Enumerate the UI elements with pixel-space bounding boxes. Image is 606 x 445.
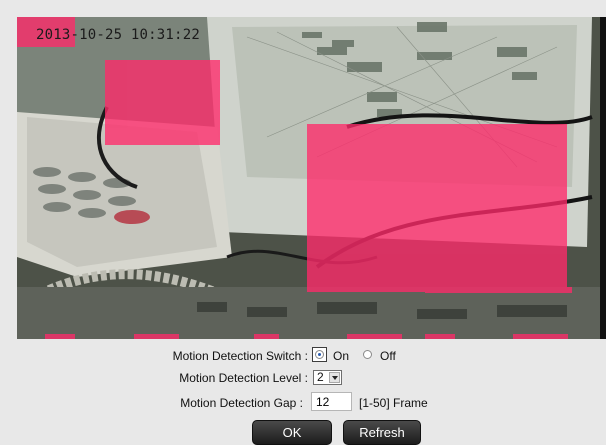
chevron-down-icon[interactable] (329, 372, 340, 383)
motion-level-row: Motion Detection Level : 2 (0, 369, 606, 387)
top-strip (0, 0, 606, 17)
motion-level-select[interactable]: 2 (313, 370, 342, 385)
motion-gap-input[interactable] (311, 392, 352, 411)
camera-preview[interactable]: 2013-10-25 10:31:22 (17, 17, 600, 339)
camera-timestamp: 2013-10-25 10:31:22 (36, 27, 200, 43)
motion-switch-row: Motion Detection Switch : On Off (0, 347, 606, 365)
viewer-edge (600, 17, 606, 339)
camera-scene-image (17, 17, 600, 339)
ok-button[interactable]: OK (252, 420, 332, 445)
motion-gap-hint: [1-50] Frame (359, 396, 428, 410)
motion-switch-on-label[interactable]: On (333, 349, 349, 363)
motion-gap-row: Motion Detection Gap : [1-50] Frame (0, 392, 606, 414)
refresh-button[interactable]: Refresh (343, 420, 421, 445)
motion-switch-off-radio[interactable] (363, 350, 372, 359)
motion-settings-form: Motion Detection Switch : On Off Motion … (0, 339, 606, 445)
motion-switch-on-radio[interactable] (315, 350, 324, 359)
motion-switch-on-focus[interactable] (312, 347, 327, 362)
motion-level-label: Motion Detection Level : (179, 371, 308, 385)
motion-level-value: 2 (317, 370, 324, 384)
motion-switch-off-label[interactable]: Off (380, 349, 396, 363)
motion-switch-label: Motion Detection Switch : (172, 349, 308, 363)
motion-gap-label: Motion Detection Gap : (180, 396, 303, 410)
